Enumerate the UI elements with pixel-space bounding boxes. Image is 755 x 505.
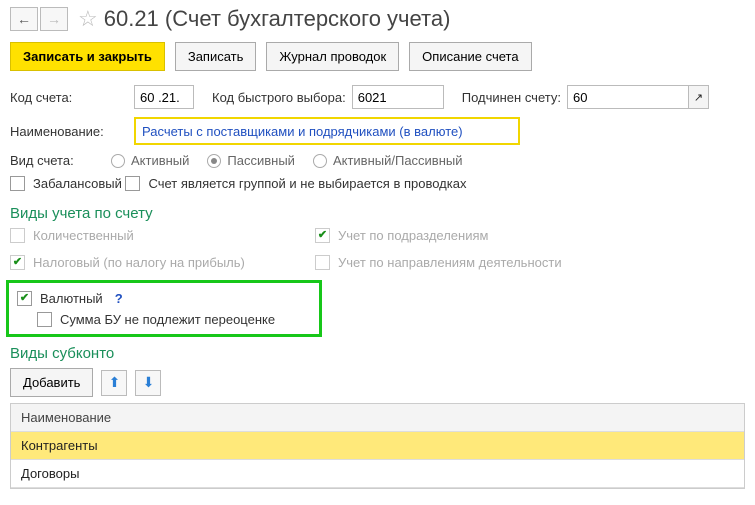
arrow-left-icon: ← (17, 11, 31, 27)
table-row[interactable]: Контрагенты (11, 432, 744, 460)
favorite-star-icon[interactable]: ☆ (78, 6, 98, 32)
fast-code-input[interactable] (352, 85, 444, 109)
currency-label: Валютный (40, 291, 103, 306)
subconto-table: Наименование Контрагенты Договоры (10, 403, 745, 489)
checkbox-icon (10, 176, 25, 191)
checkbox-icon (37, 312, 52, 327)
radio-both-label: Активный/Пассивный (333, 153, 463, 168)
subconto-section-header: Виды субконто (10, 345, 745, 362)
radio-icon (207, 154, 221, 168)
move-up-button[interactable]: ⬆ (101, 370, 127, 396)
page-title: 60.21 (Счет бухгалтерского учета) (104, 6, 451, 32)
checkbox-icon (315, 228, 330, 243)
table-row[interactable]: Договоры (11, 460, 744, 488)
code-input[interactable] (134, 85, 194, 109)
table-header: Наименование (11, 404, 744, 432)
currency-highlight-box: Валютный ? Сумма БУ не подлежит переоцен… (6, 280, 322, 337)
add-button[interactable]: Добавить (10, 368, 93, 397)
arrow-up-icon: ⬆ (109, 374, 121, 391)
parent-input[interactable] (567, 85, 689, 109)
checkbox-icon (125, 176, 140, 191)
checkbox-icon (315, 255, 330, 270)
offbalance-check[interactable]: Забалансовый (10, 176, 122, 191)
qty-label: Количественный (33, 228, 134, 243)
checkbox-icon (17, 291, 32, 306)
fast-code-label: Код быстрого выбора: (212, 90, 346, 105)
offbalance-label: Забалансовый (33, 176, 122, 191)
no-reval-check[interactable]: Сумма БУ не подлежит переоценке (37, 312, 275, 327)
parent-open-button[interactable]: ↗ (689, 85, 709, 109)
radio-active[interactable]: Активный (111, 153, 189, 168)
qty-check: Количественный (10, 228, 315, 243)
currency-check[interactable]: Валютный ? (17, 291, 123, 306)
nav-back-button[interactable]: ← (10, 7, 38, 31)
journal-button[interactable]: Журнал проводок (266, 42, 399, 71)
is-group-check[interactable]: Счет является группой и не выбирается в … (125, 176, 466, 191)
checkbox-icon (10, 228, 25, 243)
radio-passive-label: Пассивный (227, 153, 295, 168)
open-link-icon: ↗ (694, 91, 703, 104)
nav-forward-button[interactable]: → (40, 7, 68, 31)
parent-label: Подчинен счету: (462, 90, 561, 105)
radio-both[interactable]: Активный/Пассивный (313, 153, 463, 168)
activity-label: Учет по направлениям деятельности (338, 255, 562, 270)
no-reval-label: Сумма БУ не подлежит переоценке (60, 312, 275, 327)
view-radio-group: Активный Пассивный Активный/Пассивный (111, 153, 463, 168)
description-button[interactable]: Описание счета (409, 42, 531, 71)
arrow-down-icon: ⬇ (143, 374, 155, 391)
move-down-button[interactable]: ⬇ (135, 370, 161, 396)
activity-check: Учет по направлениям деятельности (315, 255, 745, 270)
radio-active-label: Активный (131, 153, 189, 168)
help-icon[interactable]: ? (115, 291, 123, 306)
code-label: Код счета: (10, 90, 128, 105)
checkbox-icon (10, 255, 25, 270)
name-label: Наименование: (10, 124, 128, 139)
dept-label: Учет по подразделениям (338, 228, 488, 243)
types-section-header: Виды учета по счету (10, 205, 745, 222)
save-button[interactable]: Записать (175, 42, 257, 71)
radio-icon (313, 154, 327, 168)
tax-label: Налоговый (по налогу на прибыль) (33, 255, 245, 270)
is-group-label: Счет является группой и не выбирается в … (148, 176, 466, 191)
view-label: Вид счета: (10, 153, 105, 168)
save-close-button[interactable]: Записать и закрыть (10, 42, 165, 71)
dept-check: Учет по подразделениям (315, 228, 745, 243)
radio-passive[interactable]: Пассивный (207, 153, 295, 168)
radio-icon (111, 154, 125, 168)
name-input[interactable] (137, 120, 517, 142)
tax-check: Налоговый (по налогу на прибыль) (10, 255, 315, 270)
name-highlight-box (134, 117, 520, 145)
arrow-right-icon: → (47, 11, 61, 27)
